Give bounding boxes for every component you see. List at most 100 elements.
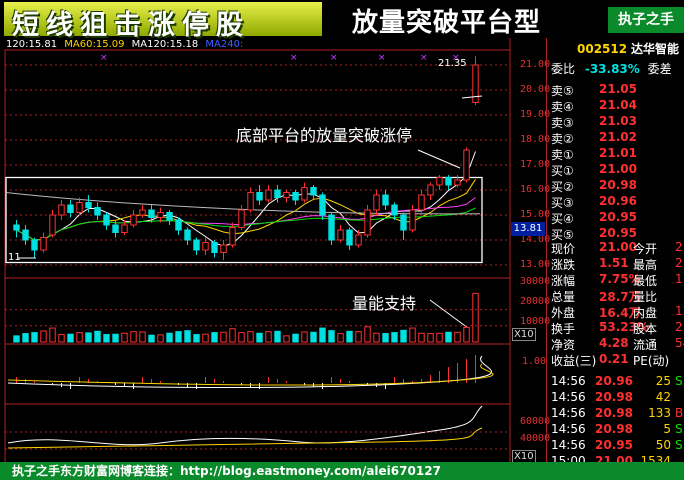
volume-bar: [103, 334, 110, 343]
stat-label: 净资: [551, 338, 576, 352]
volume-bar: [229, 328, 236, 343]
stat-value: 0.21: [599, 352, 629, 366]
kline-chart[interactable]: × × × × × ×: [0, 38, 546, 464]
tick-direction: B: [675, 406, 684, 420]
tick-volume: 50: [655, 438, 671, 452]
volume-bar: [463, 326, 470, 343]
volume-bar: [310, 331, 317, 343]
candle-body: [85, 202, 92, 208]
sell-row[interactable]: 卖④ 21.04: [551, 98, 637, 114]
annotation-volume: 量能支持: [352, 294, 417, 313]
volume-bar: [382, 333, 389, 343]
sell-label: 卖⑤: [551, 84, 574, 98]
obv-ma-line: [7, 427, 483, 449]
volume-bar: [292, 333, 299, 343]
buy-row[interactable]: 买① 21.00: [551, 162, 637, 178]
volume-bar: [301, 331, 308, 343]
volume-bar: [184, 330, 191, 343]
volume-bar: [238, 332, 245, 343]
buy-row[interactable]: 买④ 20.95: [551, 210, 637, 226]
candle-body: [76, 202, 83, 213]
buy-row[interactable]: 买② 20.98: [551, 178, 637, 194]
stat-value-2: 12: [675, 304, 684, 318]
volume-bar: [175, 331, 182, 343]
tick-volume: 25: [655, 374, 671, 388]
candle-body: [337, 229, 344, 241]
sell-label: 卖①: [551, 148, 574, 162]
tick-time: 14:56: [551, 438, 586, 452]
stat-label-2: 流通: [633, 338, 658, 352]
event-marker: ×: [330, 53, 338, 63]
volume-bar: [193, 334, 200, 343]
volume-bar: [454, 331, 461, 343]
tick-row: 14:56 20.98 5 S: [551, 422, 683, 438]
tick-price: 20.95: [595, 438, 633, 452]
stock-code: 002512: [577, 42, 628, 56]
candle-body: [184, 229, 191, 241]
candle-body: [436, 177, 443, 186]
stat-row: 现价 21.00 今开 2: [551, 240, 683, 256]
event-marker: ×: [378, 53, 386, 63]
stat-label-2: 今开: [633, 242, 658, 256]
volume-bar: [49, 327, 56, 343]
tick-direction: S: [675, 422, 683, 436]
sell-price: 21.03: [599, 114, 637, 128]
high-label: 21.35: [438, 58, 467, 69]
stock-name: 达华智能: [630, 42, 679, 56]
event-marker: ×: [420, 53, 428, 63]
candle-body: [292, 192, 299, 201]
sell-row[interactable]: 卖② 21.02: [551, 130, 637, 146]
tick-volume: 42: [655, 390, 671, 404]
candle-body: [238, 209, 245, 228]
candle-body: [220, 244, 227, 253]
buy-label: 买④: [551, 212, 574, 226]
high-arrow: [461, 95, 483, 99]
sell-price: 21.02: [599, 130, 637, 144]
title-left-badge: 短线狙击涨停股: [4, 2, 322, 41]
stat-value-2: 54: [675, 336, 684, 350]
stat-row: 外盘16.4万内盘12: [551, 304, 684, 320]
volume-bar: [409, 327, 416, 343]
candle-body: [364, 209, 371, 236]
volume-bar: [328, 330, 335, 343]
candle-body: [121, 224, 128, 233]
buy-price: 21.00: [599, 162, 637, 176]
weicha-label: 委差: [647, 62, 672, 76]
volume-bar: [85, 332, 92, 343]
sell-row[interactable]: 卖⑤ 21.05: [551, 82, 637, 98]
weibi-label: 委比: [551, 62, 576, 76]
candle-body: [148, 209, 155, 218]
x10-vol[interactable]: X10: [512, 328, 536, 341]
volume-bar: [436, 332, 443, 343]
stat-label-2: 最低: [633, 274, 658, 288]
candle-body: [463, 149, 470, 181]
volume-bar: [283, 335, 290, 343]
stat-label-2: PE(动): [633, 354, 670, 368]
stat-label: 换手: [551, 322, 576, 336]
volume-bar: [220, 331, 227, 343]
obv-panel-frame: [4, 403, 511, 464]
buy-row[interactable]: 买③ 20.96: [551, 194, 637, 210]
tick-row: 14:56 20.95 50 S: [551, 438, 683, 454]
stat-row: 净资 4.28 流通 54: [551, 336, 684, 352]
candle-body: [166, 212, 173, 221]
footer-text[interactable]: 执子之手东方财富网博客连接：http://blog.eastmoney.com/…: [12, 462, 441, 480]
buy-price: 20.95: [599, 210, 637, 224]
sell-row[interactable]: 卖① 21.01: [551, 146, 637, 162]
tick-direction: S: [675, 438, 683, 452]
sell-price: 21.05: [599, 82, 637, 96]
volume-bar: [427, 333, 434, 343]
stat-value-2: 2: [675, 256, 683, 270]
title-left: 短线狙击涨停股: [12, 10, 250, 41]
stat-label: 总量: [551, 290, 576, 304]
buy-label: 买②: [551, 180, 574, 194]
candle-body: [346, 229, 353, 246]
macd-axis-1: 1.00: [522, 356, 547, 367]
candle-body: [265, 189, 272, 201]
volume-bar: [112, 333, 119, 343]
sell-row[interactable]: 卖③ 21.03: [551, 114, 637, 130]
tick-price: 20.98: [595, 422, 633, 436]
candle-body: [256, 192, 263, 201]
buy-price: 20.98: [599, 178, 637, 192]
stat-row: 总量 28.7万 量比: [551, 288, 657, 304]
